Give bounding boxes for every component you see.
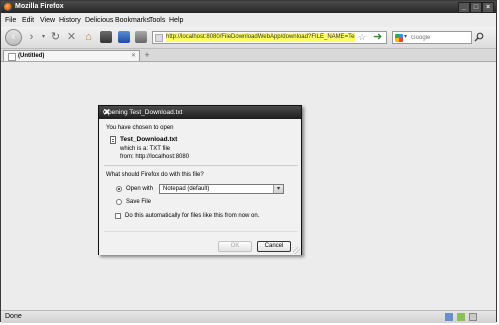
file-name: Test_Download.txt bbox=[120, 136, 178, 143]
status-bar: Done bbox=[1, 310, 496, 323]
menu-help[interactable]: Help bbox=[169, 16, 183, 25]
chevron-down-icon[interactable]: ▾ bbox=[273, 185, 283, 193]
url-text[interactable]: http://localhost:8080/FileDownloadWebApp… bbox=[166, 33, 355, 42]
window-titlebar: Mozilla Firefox _ □ × bbox=[1, 1, 496, 13]
save-file-radio[interactable] bbox=[116, 199, 122, 205]
stop-icon[interactable]: ✕ bbox=[64, 30, 79, 45]
navigation-toolbar: ‹ › ▾ ↻ ✕ ⌂ http://localhost:8080/FileDo… bbox=[1, 27, 496, 49]
open-with-value: Notepad (default) bbox=[163, 186, 210, 192]
home-icon[interactable]: ⌂ bbox=[81, 30, 96, 45]
browser-window: Mozilla Firefox _ □ × File Edit View His… bbox=[0, 0, 497, 323]
menu-delicious[interactable]: Delicious bbox=[85, 16, 113, 25]
download-dialog: Opening Test_Download.txt ✕ You have cho… bbox=[98, 105, 302, 255]
resize-grip[interactable] bbox=[293, 247, 300, 254]
status-text: Done bbox=[5, 313, 22, 320]
dialog-question: What should Firefox do with this file? bbox=[106, 172, 204, 178]
minimize-button[interactable]: _ bbox=[458, 2, 470, 13]
file-type: which is a: TXT file bbox=[120, 146, 171, 152]
dialog-close-icon[interactable]: ✕ bbox=[103, 106, 298, 119]
delicious-status-icon[interactable] bbox=[445, 313, 453, 321]
open-with-radio[interactable] bbox=[116, 186, 122, 192]
firefox-logo-icon bbox=[4, 3, 12, 11]
menu-file[interactable]: File bbox=[5, 16, 16, 25]
tag-icon[interactable] bbox=[135, 31, 147, 43]
save-file-label[interactable]: Save File bbox=[126, 198, 151, 206]
tab-untitled[interactable]: (Untitled) ✕ bbox=[3, 50, 140, 61]
tab-strip: (Untitled) ✕ + bbox=[1, 49, 496, 62]
menu-tools[interactable]: Tools bbox=[149, 16, 165, 25]
menu-bookmarks[interactable]: Bookmarks bbox=[115, 16, 150, 25]
window-title: Mozilla Firefox bbox=[15, 3, 64, 10]
go-arrow-icon[interactable]: ➜ bbox=[373, 31, 382, 44]
dialog-intro: You have chosen to open bbox=[106, 125, 174, 131]
new-tab-button[interactable]: + bbox=[142, 50, 152, 60]
engine-dropdown-icon[interactable]: ▾ bbox=[404, 32, 407, 43]
menu-history[interactable]: History bbox=[59, 16, 81, 25]
security-status-icon[interactable] bbox=[457, 313, 465, 321]
dialog-titlebar: Opening Test_Download.txt ✕ bbox=[99, 106, 301, 119]
menu-view[interactable]: View bbox=[40, 16, 55, 25]
tab-label: (Untitled) bbox=[18, 53, 45, 59]
ok-button[interactable]: OK bbox=[218, 241, 252, 252]
close-window-button[interactable]: × bbox=[482, 2, 494, 13]
google-engine-icon[interactable] bbox=[395, 34, 403, 42]
tab-close-icon[interactable]: ✕ bbox=[131, 51, 136, 61]
blank-page-icon bbox=[8, 53, 16, 61]
text-file-icon bbox=[110, 136, 116, 144]
open-with-select[interactable]: Notepad (default) ▾ bbox=[159, 184, 284, 194]
menu-edit[interactable]: Edit bbox=[22, 16, 34, 25]
back-button[interactable]: ‹ bbox=[5, 29, 22, 46]
open-with-label[interactable]: Open with bbox=[126, 185, 153, 193]
bookmark-toolbar-icon[interactable] bbox=[100, 31, 112, 43]
maximize-button[interactable]: □ bbox=[470, 2, 482, 13]
auto-action-checkbox[interactable] bbox=[115, 213, 121, 219]
reload-icon[interactable]: ↻ bbox=[48, 30, 63, 45]
menu-bar: File Edit View History Delicious Bookmar… bbox=[1, 14, 496, 27]
divider bbox=[104, 231, 298, 232]
search-input[interactable] bbox=[411, 33, 469, 42]
page-favicon-icon bbox=[155, 34, 163, 42]
bookmark-star-icon[interactable]: ☆ bbox=[358, 32, 366, 43]
divider bbox=[104, 165, 298, 166]
file-source: from: http://localhost:8080 bbox=[120, 154, 190, 160]
search-bar[interactable]: ▾ bbox=[392, 31, 472, 44]
address-bar[interactable]: http://localhost:8080/FileDownloadWebApp… bbox=[152, 31, 387, 44]
downloads-status-icon[interactable] bbox=[469, 313, 477, 321]
auto-action-label[interactable]: Do this automatically for files like thi… bbox=[125, 212, 259, 220]
search-icon[interactable] bbox=[474, 32, 484, 42]
delicious-icon[interactable] bbox=[118, 31, 130, 43]
dialog-body: You have chosen to open Test_Download.tx… bbox=[99, 119, 301, 255]
cancel-button[interactable]: Cancel bbox=[257, 241, 291, 252]
